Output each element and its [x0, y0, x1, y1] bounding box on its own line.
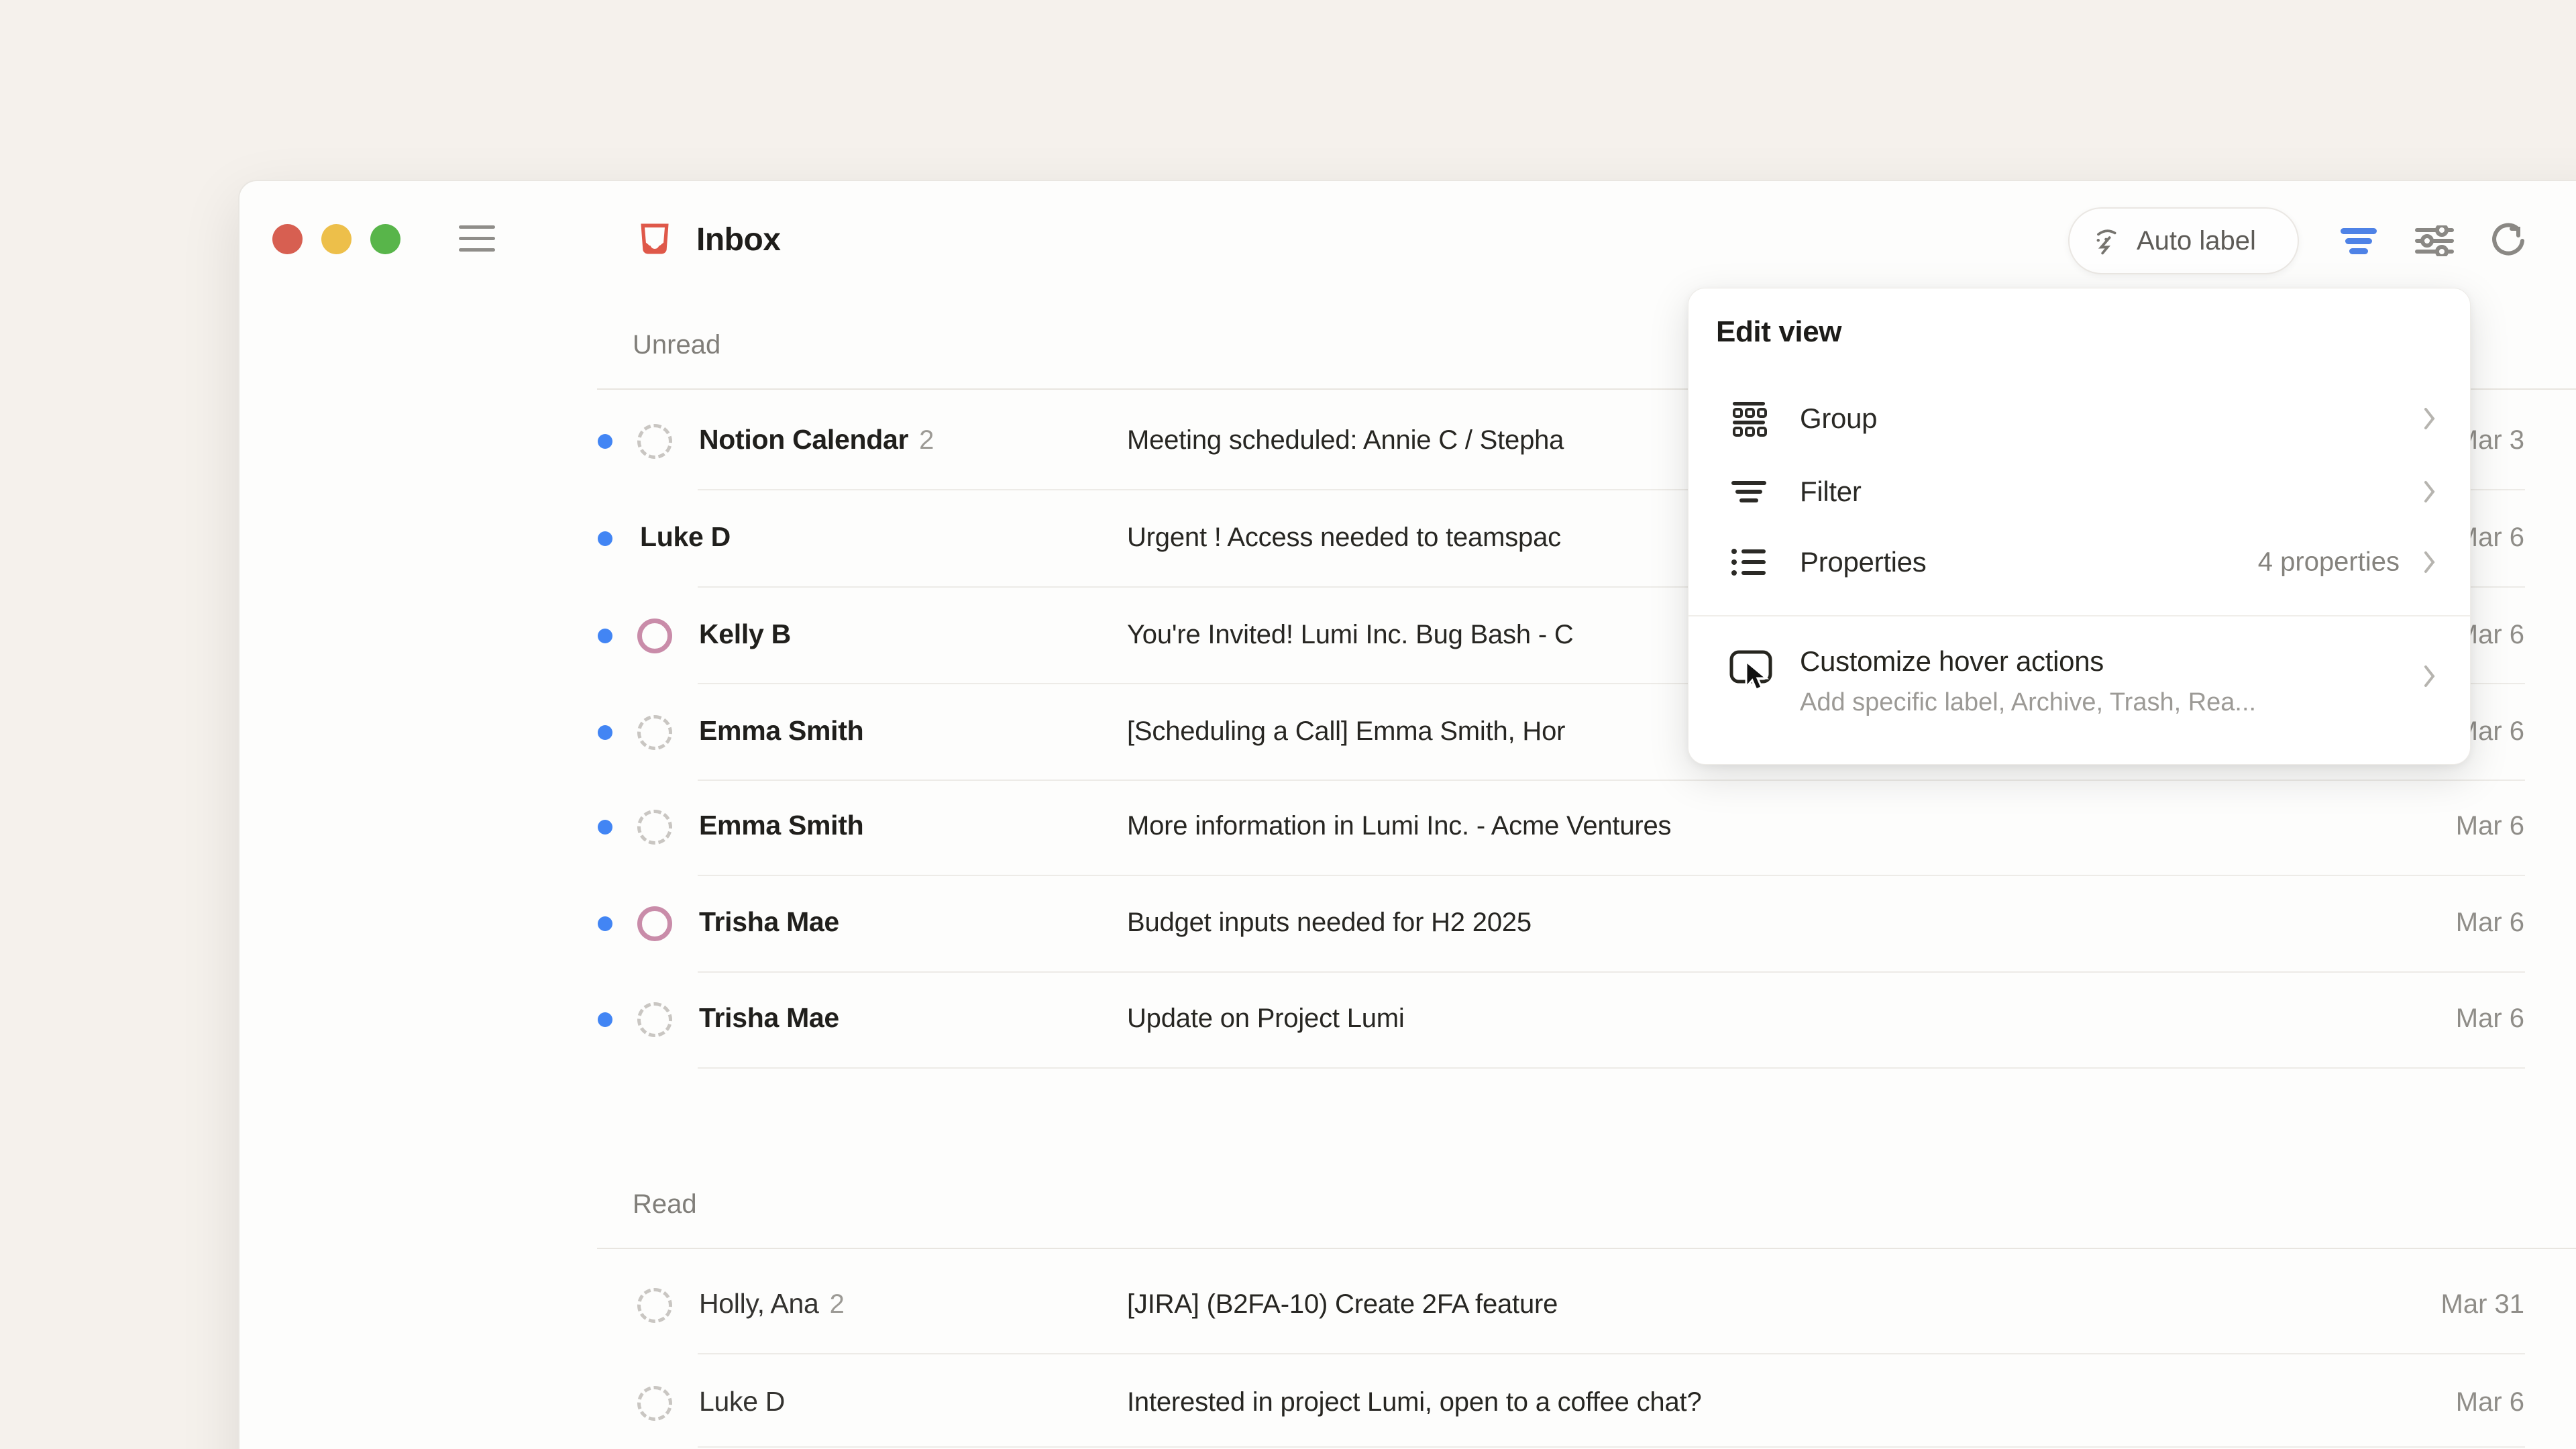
- menu-item-label: Customize hover actions: [1800, 645, 2104, 678]
- mail-row[interactable]: Trisha Mae Update on Project Lumi Mar 6: [0, 971, 2576, 1068]
- section-header-unread: Unread: [633, 330, 720, 360]
- mail-subject: You're Invited! Lumi Inc. Bug Bash - C: [1127, 620, 1574, 650]
- avatar: [637, 715, 672, 750]
- mail-subject: [Scheduling a Call] Emma Smith, Hor: [1127, 716, 1565, 747]
- unread-dot-icon: [598, 629, 612, 643]
- mail-subject: Meeting scheduled: Annie C / Stepha: [1127, 425, 1564, 455]
- menu-icon[interactable]: [459, 225, 495, 254]
- menu-item-value: 4 properties: [2064, 547, 2400, 578]
- section-header-read: Read: [633, 1189, 697, 1220]
- unread-dot-icon: [598, 434, 612, 449]
- mail-subject: [JIRA] (B2FA-10) Create 2FA feature: [1127, 1289, 1558, 1320]
- mail-subject: Urgent ! Access needed to teamspac: [1127, 523, 1561, 553]
- sender-name: Holly, Ana: [699, 1288, 819, 1320]
- divider: [597, 1248, 2576, 1249]
- mail-row[interactable]: Luke D Interested in project Lumi, open …: [0, 1355, 2576, 1449]
- sender-name: Kelly B: [699, 619, 791, 650]
- avatar: [637, 906, 672, 941]
- thread-count: 2: [830, 1289, 845, 1320]
- sliders-icon[interactable]: [2415, 221, 2454, 260]
- filter-lines-icon: [1730, 480, 1768, 504]
- mail-subject: Budget inputs needed for H2 2025: [1127, 908, 1532, 938]
- avatar: [637, 619, 672, 653]
- unread-dot-icon: [598, 916, 612, 931]
- avatar: [637, 810, 672, 845]
- mail-subject: Update on Project Lumi: [1127, 1004, 1405, 1034]
- inbox-icon: [635, 218, 674, 260]
- sender-name: Emma Smith: [699, 810, 863, 841]
- close-window-button[interactable]: [272, 224, 303, 254]
- mail-date: Mar 6: [2256, 811, 2524, 841]
- menu-item-customize-hover-actions[interactable]: Customize hover actions Add specific lab…: [1688, 631, 2470, 745]
- sender-name: Trisha Mae: [699, 1002, 839, 1034]
- group-icon: [1730, 400, 1768, 437]
- auto-label-icon: [2092, 225, 2125, 257]
- mail-row[interactable]: Trisha Mae Budget inputs needed for H2 2…: [0, 875, 2576, 972]
- divider: [698, 1067, 2525, 1069]
- auto-label-button[interactable]: Auto label: [2068, 207, 2299, 274]
- sender-name: Luke D: [640, 521, 731, 553]
- chevron-right-icon: [2424, 478, 2436, 505]
- avatar: [637, 424, 672, 459]
- properties-list-icon: [1730, 547, 1768, 578]
- menu-item-label: Properties: [1800, 546, 1926, 578]
- mail-date: Mar 6: [2256, 1004, 2524, 1034]
- avatar: [637, 1002, 672, 1037]
- mail-subject: More information in Lumi Inc. - Acme Ven…: [1127, 811, 1671, 841]
- chevron-right-icon: [2424, 663, 2436, 690]
- mail-date: Mar 6: [2256, 1387, 2524, 1417]
- menu-item-label: Group: [1800, 402, 1877, 435]
- divider: [698, 1446, 2525, 1448]
- refresh-icon[interactable]: [2490, 221, 2529, 260]
- sender-name: Notion Calendar: [699, 424, 908, 455]
- chevron-right-icon: [2424, 549, 2436, 576]
- menu-item-description: Add specific label, Archive, Trash, Rea.…: [1800, 688, 2256, 717]
- menu-item-label: Filter: [1800, 476, 1862, 508]
- unread-dot-icon: [598, 1012, 612, 1027]
- divider: [698, 1353, 2525, 1354]
- menu-item-filter[interactable]: Filter: [1688, 457, 2470, 527]
- desktop: Inbox Auto label Unread: [0, 0, 2576, 1449]
- menu-item-group[interactable]: Group: [1688, 384, 2470, 453]
- zoom-window-button[interactable]: [370, 224, 400, 254]
- avatar: [637, 1386, 672, 1421]
- divider: [1688, 615, 2470, 616]
- unread-dot-icon: [598, 725, 612, 740]
- edit-view-popover: Edit view Group Filter: [1688, 288, 2471, 765]
- menu-item-properties[interactable]: Properties 4 properties: [1688, 527, 2470, 597]
- auto-label-button-label: Auto label: [2137, 226, 2256, 256]
- avatar: [637, 1288, 672, 1323]
- sender-name: Luke D: [699, 1386, 785, 1417]
- mail-row[interactable]: Emma Smith More information in Lumi Inc.…: [0, 779, 2576, 875]
- mail-date: Mar 31: [2256, 1289, 2524, 1320]
- unread-dot-icon: [598, 820, 612, 835]
- mail-row[interactable]: Holly, Ana 2 [JIRA] (B2FA-10) Create 2FA …: [0, 1257, 2576, 1354]
- thread-count: 2: [919, 425, 934, 455]
- page-title: Inbox: [696, 221, 781, 258]
- minimize-window-button[interactable]: [321, 224, 352, 254]
- chevron-right-icon: [2424, 405, 2436, 432]
- unread-dot-icon: [598, 531, 612, 546]
- mail-date: Mar 6: [2256, 908, 2524, 938]
- popover-title: Edit view: [1716, 315, 1841, 349]
- mail-subject: Interested in project Lumi, open to a co…: [1127, 1387, 1702, 1417]
- sender-name: Emma Smith: [699, 715, 863, 747]
- sender-name: Trisha Mae: [699, 906, 839, 938]
- filter-icon[interactable]: [2339, 221, 2378, 260]
- hover-actions-icon: [1729, 648, 1778, 700]
